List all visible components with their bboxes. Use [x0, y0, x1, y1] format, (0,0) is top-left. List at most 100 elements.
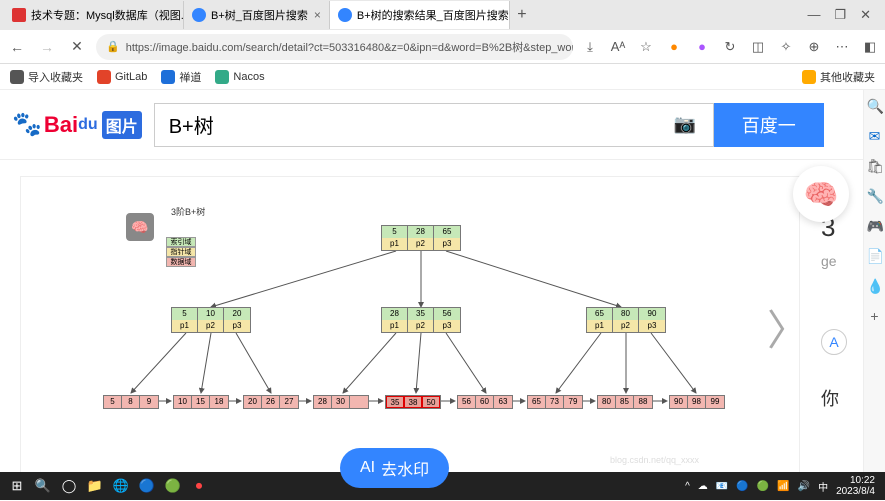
bookmark-zentao[interactable]: 禅道	[161, 69, 201, 85]
start-button[interactable]: ⊞	[4, 474, 30, 498]
tree-leaf-4: 2830	[313, 395, 369, 409]
sidebar-games-icon[interactable]: 🎮	[867, 218, 883, 234]
taskbar-clock[interactable]: 10:22 2023/8/4	[836, 475, 875, 497]
taskbar-search[interactable]: 🔍	[30, 474, 56, 498]
diagram-ai-icon: 🧠	[126, 213, 154, 241]
bplus-tree-diagram: 🧠 3阶B+树 索引域 指针域 数据域	[111, 207, 731, 437]
tab-label: 技术专题：Mysql数据库（视图...	[31, 7, 184, 23]
ai-assistant-bubble[interactable]: 🧠	[793, 166, 849, 222]
extensions-icon[interactable]: ✧	[777, 38, 795, 56]
sidebar-add-icon[interactable]: +	[867, 308, 883, 324]
tree-leaf-9: 909899	[669, 395, 725, 409]
camera-icon[interactable]: 📷	[671, 114, 699, 135]
browser-app[interactable]: 🌐	[108, 474, 134, 498]
minimize-button[interactable]: —	[807, 7, 820, 23]
url-field[interactable]: 🔒 https://image.baidu.com/search/detail?…	[96, 34, 573, 60]
import-bookmarks[interactable]: 导入收藏夹	[10, 69, 83, 85]
logo-text-1: Bai	[44, 112, 78, 138]
paw-icon: 🐾	[12, 110, 42, 139]
search-button[interactable]: 百度一	[714, 103, 824, 147]
collections-icon[interactable]: ◫	[749, 38, 767, 56]
info-line-3: ge	[821, 253, 861, 269]
forward-button: →	[36, 39, 58, 55]
tray-ime[interactable]: 中	[818, 479, 828, 494]
other-label: 其他收藏夹	[820, 69, 875, 85]
url-text: https://image.baidu.com/search/detail?ct…	[126, 39, 573, 55]
menu-icon[interactable]: ⋯	[833, 38, 851, 56]
tree-root-node: 52865 p1p2p3	[381, 225, 461, 251]
lock-icon: 🔒	[106, 40, 120, 53]
sidebar-icon[interactable]: ◧	[861, 38, 879, 56]
browser-tabs: 技术专题：Mysql数据库（视图... × B+树_百度图片搜索 × B+树的搜…	[4, 0, 797, 30]
other-bookmarks[interactable]: 其他收藏夹	[802, 69, 875, 85]
bookmark-gitlab[interactable]: GitLab	[97, 70, 147, 84]
page-content: 🐾 Bai du 图片 B+树 📷 百度一 🧠 图 3 ge A 你 〉 🧠 3…	[0, 90, 885, 500]
sidebar-drop-icon[interactable]: 💧	[867, 278, 883, 294]
bookmark-nacos[interactable]: Nacos	[215, 70, 264, 84]
close-window-button[interactable]: ✕	[860, 7, 871, 23]
sidebar-outlook-icon[interactable]: ✉	[867, 128, 883, 144]
tray-volume[interactable]: 🔊	[798, 481, 810, 492]
clock-date: 2023/8/4	[836, 486, 875, 497]
tree-mid-node-3: 658090 p1p2p3	[586, 307, 666, 333]
task-view[interactable]: ◯	[56, 474, 82, 498]
browser-tab-1[interactable]: 技术专题：Mysql数据库（视图... ×	[4, 1, 184, 29]
tree-leaf-1: 589	[103, 395, 159, 409]
browser-tab-2[interactable]: B+树_百度图片搜索 ×	[184, 1, 330, 29]
browser-tab-3-active[interactable]: B+树的搜索结果_百度图片搜索 ×	[330, 1, 510, 29]
nacos-icon	[215, 70, 229, 84]
bookmark-label: Nacos	[233, 71, 264, 83]
read-aloud-icon[interactable]: Aᴬ	[609, 38, 627, 56]
sidebar-tools-icon[interactable]: 🔧	[867, 188, 883, 204]
search-value: B+树	[169, 110, 214, 139]
app-5[interactable]: 🔵	[134, 474, 160, 498]
tab-label: B+树的搜索结果_百度图片搜索	[357, 7, 509, 23]
tray-app1[interactable]: 🔵	[736, 481, 748, 492]
tray-app2[interactable]: 🟢	[757, 481, 769, 492]
tray-mail[interactable]: 📧	[716, 481, 728, 492]
tray-expand[interactable]: ^	[685, 481, 690, 492]
zentao-icon	[161, 70, 175, 84]
bookmark-label: GitLab	[115, 71, 147, 83]
sidebar-search-icon[interactable]: 🔍	[867, 98, 883, 114]
back-button[interactable]: ←	[6, 39, 28, 55]
gitlab-icon	[97, 70, 111, 84]
tree-leaf-5-highlighted: 353850	[385, 395, 441, 409]
info-line-4: 你	[821, 385, 861, 411]
tree-leaf-6: 566063	[457, 395, 513, 409]
app-7[interactable]: ⏺	[186, 474, 212, 498]
tray-network[interactable]: 📶	[777, 481, 789, 492]
toolbar-icons: ⤓ Aᴬ ☆ ● ● ↻ ◫ ✧ ⊕ ⋯ ◧	[581, 38, 879, 56]
refresh-icon[interactable]: ↻	[721, 38, 739, 56]
legend-data: 数据域	[166, 257, 196, 267]
info-icon[interactable]: A	[821, 329, 847, 355]
favorites-icon[interactable]: ⊕	[805, 38, 823, 56]
sidebar-office-icon[interactable]: 📄	[867, 248, 883, 264]
image-viewer: 〉 🧠 3阶B+树 索引域 指针域 数据域	[20, 176, 800, 486]
ext-icon-1[interactable]: ●	[665, 38, 683, 56]
baidu-logo[interactable]: 🐾 Bai du 图片	[12, 110, 142, 139]
next-image-button[interactable]: 〉	[767, 297, 809, 358]
legend-pointer: 指针域	[166, 247, 196, 257]
folder-icon	[802, 70, 816, 84]
logo-du: du	[78, 116, 98, 134]
stop-button[interactable]: ✕	[66, 38, 88, 55]
diagram-title: 3阶B+树	[171, 205, 205, 218]
maximize-button[interactable]: ❐	[834, 7, 846, 23]
diagram-legend: 索引域 指针域 数据域	[166, 237, 196, 267]
remove-watermark-button[interactable]: AI 去水印	[340, 448, 449, 488]
sidebar-shopping-icon[interactable]: 🛍	[867, 158, 883, 174]
app-6[interactable]: 🟢	[160, 474, 186, 498]
ext-icon-2[interactable]: ●	[693, 38, 711, 56]
search-input[interactable]: B+树 📷	[154, 103, 714, 147]
file-explorer[interactable]: 📁	[82, 474, 108, 498]
new-tab-button[interactable]: +	[510, 6, 534, 24]
tray-weather[interactable]: ☁	[698, 481, 708, 492]
tree-leaf-2: 101518	[173, 395, 229, 409]
baidu-icon	[338, 8, 352, 22]
download-icon[interactable]: ⤓	[581, 38, 599, 56]
close-icon[interactable]: ×	[314, 8, 321, 22]
search-button-label: 百度一	[742, 112, 796, 138]
favorite-icon[interactable]: ☆	[637, 38, 655, 56]
bookmark-label: 禅道	[179, 69, 201, 85]
